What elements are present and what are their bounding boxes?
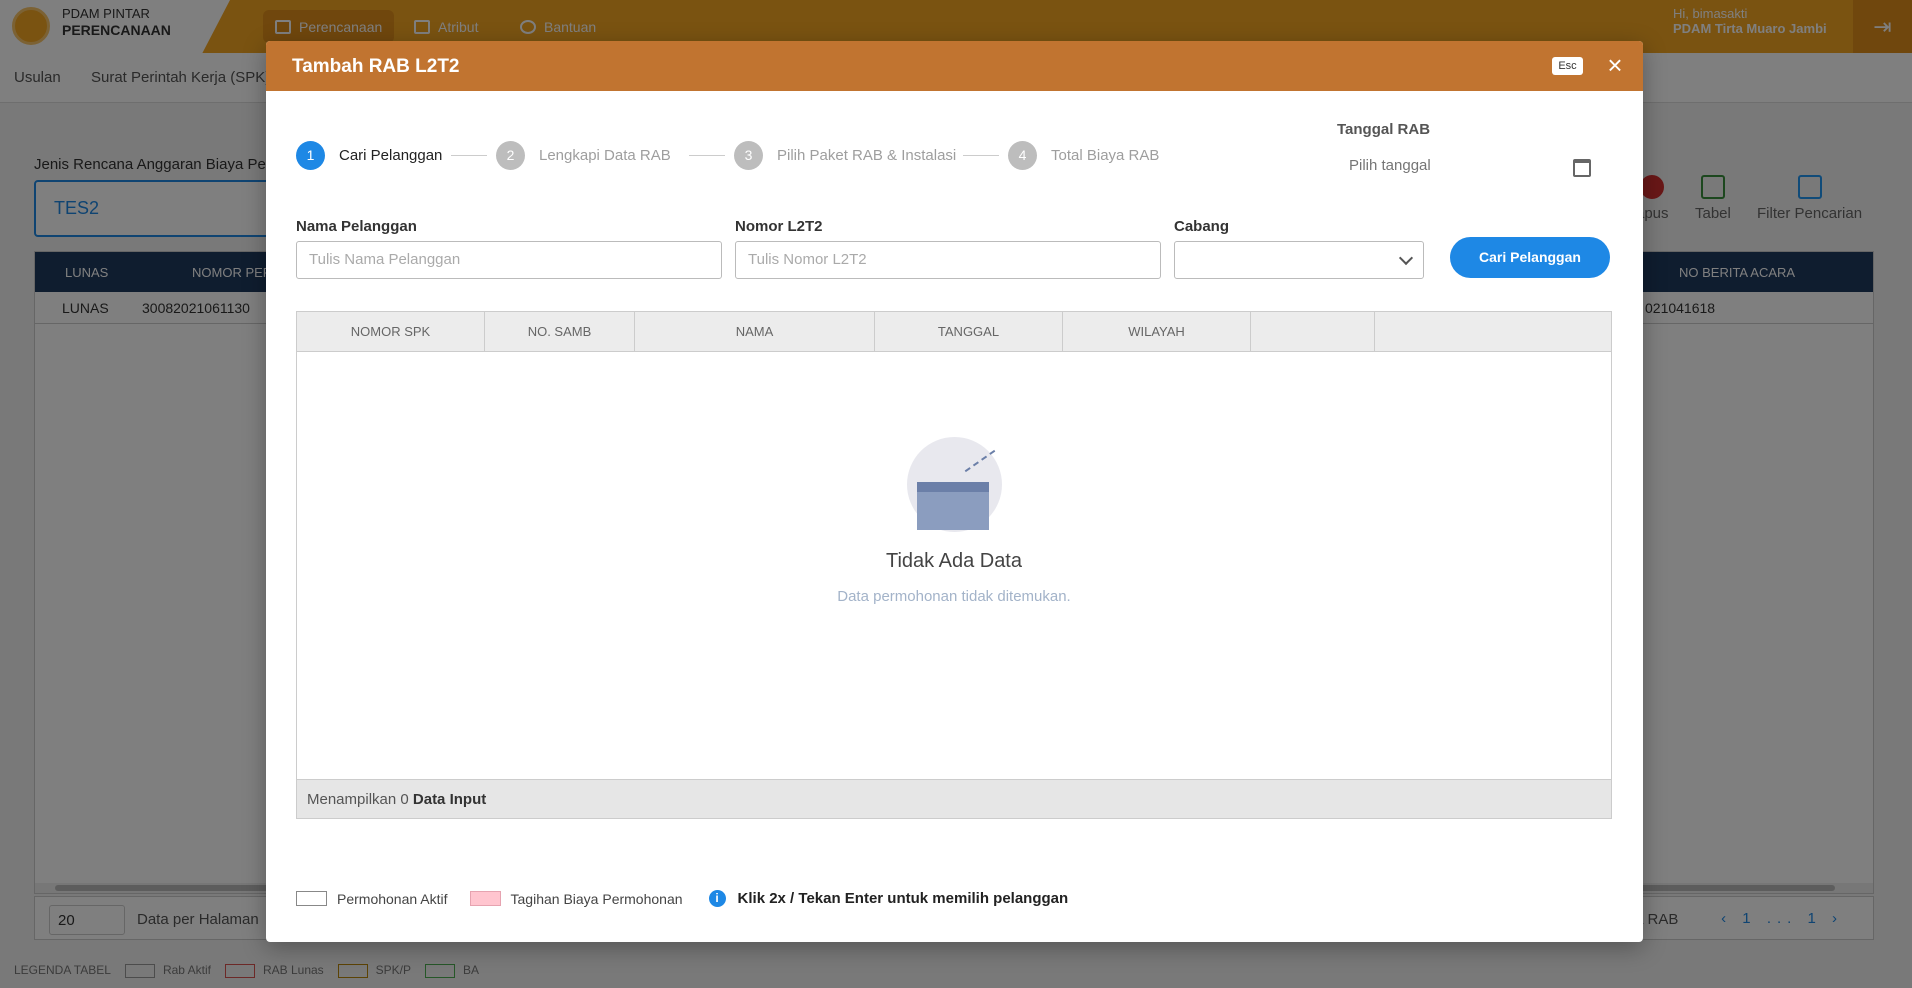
col-extra-2[interactable] bbox=[1375, 312, 1611, 352]
nomor-l2t2-label: Nomor L2T2 bbox=[735, 218, 823, 235]
legend-tagihan: Tagihan Biaya Permohonan bbox=[510, 890, 683, 907]
tanggal-rab-label: Tanggal RAB bbox=[1337, 121, 1431, 138]
cabang-label: Cabang bbox=[1174, 218, 1230, 235]
step-label: Lengkapi Data RAB bbox=[539, 147, 671, 164]
footer-label: Data Input bbox=[412, 791, 487, 808]
step-connector bbox=[689, 155, 725, 156]
legend-swatch-aktif bbox=[296, 891, 327, 906]
step-pilih-paket[interactable]: 3 Pilih Paket RAB & Instalasi bbox=[734, 141, 956, 170]
nama-pelanggan-label: Nama Pelanggan bbox=[296, 218, 417, 235]
grid-header: NOMOR SPK NO. SAMB NAMA TANGGAL WILAYAH bbox=[297, 312, 1611, 352]
legend-swatch-tagihan bbox=[469, 891, 501, 906]
step-number: 3 bbox=[734, 141, 763, 170]
step-label: Pilih Paket RAB & Instalasi bbox=[777, 147, 957, 164]
footer-count: Menampilkan 0 bbox=[307, 791, 409, 808]
step-cari-pelanggan[interactable]: 1 Cari Pelanggan bbox=[296, 141, 442, 170]
step-number: 4 bbox=[1008, 141, 1037, 170]
col-wilayah[interactable]: WILAYAH bbox=[1063, 312, 1251, 352]
modal-header: Tambah RAB L2T2 Esc × bbox=[266, 41, 1643, 91]
chevron-down-icon bbox=[1398, 250, 1414, 266]
empty-box-icon bbox=[917, 482, 989, 530]
modal-title: Tambah RAB L2T2 bbox=[292, 56, 460, 77]
grid-footer: Menampilkan 0 Data Input bbox=[296, 779, 1612, 819]
col-nomor-spk[interactable]: NOMOR SPK bbox=[297, 312, 485, 352]
tambah-rab-modal: Tambah RAB L2T2 Esc × 1 Cari Pelanggan 2… bbox=[266, 41, 1643, 942]
info-icon: i bbox=[708, 890, 726, 907]
cari-pelanggan-button[interactable]: Cari Pelanggan bbox=[1450, 237, 1610, 278]
pelanggan-grid: NOMOR SPK NO. SAMB NAMA TANGGAL WILAYAH … bbox=[296, 311, 1612, 817]
col-nama[interactable]: NAMA bbox=[635, 312, 875, 352]
empty-state-subtitle: Data permohonan tidak ditemukan. bbox=[837, 588, 1071, 605]
nama-pelanggan-input[interactable] bbox=[296, 241, 722, 279]
modal-legend: Permohonan Aktif Tagihan Biaya Permohona… bbox=[296, 890, 1068, 907]
step-connector bbox=[451, 155, 487, 156]
esc-badge: Esc bbox=[1552, 57, 1583, 75]
step-lengkapi-data[interactable]: 2 Lengkapi Data RAB bbox=[496, 141, 671, 170]
step-connector bbox=[963, 155, 999, 156]
step-label: Total Biaya RAB bbox=[1051, 147, 1160, 164]
col-no-samb[interactable]: NO. SAMB bbox=[485, 312, 635, 352]
step-total-biaya[interactable]: 4 Total Biaya RAB bbox=[1008, 141, 1159, 170]
calendar-icon[interactable] bbox=[1573, 159, 1591, 177]
empty-state-title: Tidak Ada Data bbox=[885, 550, 1022, 572]
step-label: Cari Pelanggan bbox=[339, 147, 443, 164]
col-tanggal[interactable]: TANGGAL bbox=[875, 312, 1063, 352]
select-hint: Klik 2x / Tekan Enter untuk memilih pela… bbox=[737, 890, 1069, 907]
cabang-select[interactable] bbox=[1174, 241, 1424, 279]
step-number: 1 bbox=[296, 141, 325, 170]
tanggal-rab-input[interactable] bbox=[1337, 149, 1603, 181]
legend-permohonan-aktif: Permohonan Aktif bbox=[337, 890, 448, 907]
step-number: 2 bbox=[496, 141, 525, 170]
col-extra-1[interactable] bbox=[1251, 312, 1375, 352]
nomor-l2t2-input[interactable] bbox=[735, 241, 1161, 279]
close-icon[interactable]: × bbox=[1602, 51, 1628, 79]
